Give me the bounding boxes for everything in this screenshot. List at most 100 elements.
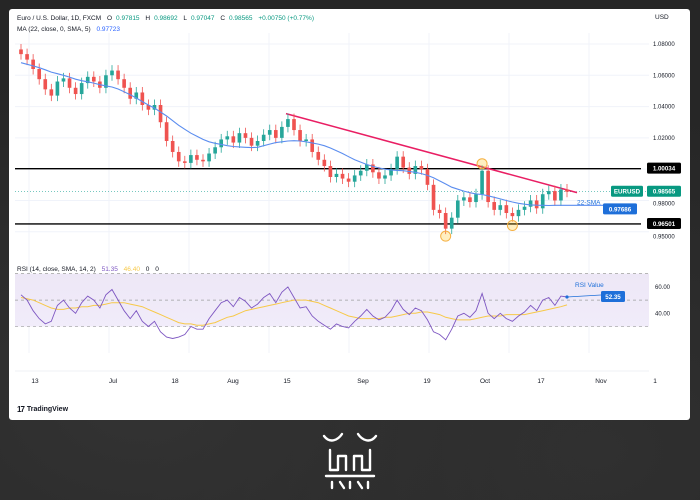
candle-body — [504, 205, 509, 213]
candle-body — [340, 173, 345, 179]
candle-body — [522, 206, 527, 210]
x-tick-label: 19 — [423, 378, 431, 385]
high-value: 0.98692 — [154, 15, 178, 22]
candle-body — [546, 191, 551, 195]
x-tick-label: Oct — [480, 378, 490, 385]
candle-body — [322, 159, 327, 167]
candle-body — [219, 139, 224, 148]
ma-legend: MA (22, close, 0, SMA, 5) 0.97723 — [17, 26, 124, 33]
candle-body — [553, 191, 557, 201]
candle-body — [383, 175, 387, 179]
x-tick-label: Jul — [109, 378, 118, 385]
candle-body — [534, 200, 539, 209]
candle-body — [334, 173, 339, 177]
x-tick-label: 1 — [653, 378, 657, 385]
candle-body — [237, 133, 242, 143]
candle-body — [140, 92, 145, 105]
open-value: 0.97815 — [116, 15, 140, 22]
candle-body — [462, 197, 466, 201]
rsi-background-band — [15, 273, 649, 327]
sma-price-tag: 0.97686 — [603, 203, 637, 215]
x-tick-label: 15 — [283, 378, 291, 385]
last-price-tag-text: 0.98565 — [653, 189, 676, 196]
rsi-label: RSI (14, close, SMA, 14, 2) — [17, 266, 96, 273]
candle-body — [49, 89, 54, 96]
candle-body — [316, 151, 321, 160]
x-tick-label: Sep — [357, 378, 369, 385]
candle-body — [474, 194, 478, 203]
y-tick-label: 1.02000 — [653, 136, 675, 142]
low-value: 0.97047 — [191, 15, 215, 22]
candle-body — [419, 166, 424, 170]
candle-body — [298, 130, 302, 141]
candle-body — [498, 205, 503, 210]
close-value: 0.98565 — [229, 15, 253, 22]
tradingview-logo[interactable]: 17 TradingView — [17, 405, 68, 414]
rsi-lower-value: 0 — [155, 266, 159, 273]
currency-label: USD — [655, 14, 669, 21]
candle-body — [182, 161, 187, 163]
trading-chart[interactable]: RSI Value USD 1.08000 1.06000 1.04000 1.0200… — [9, 9, 690, 420]
candle-body — [486, 170, 490, 203]
chart-card[interactable]: RSI Value USD 1.08000 1.06000 1.04000 1.0200… — [9, 9, 690, 420]
candle-body — [286, 119, 290, 127]
candle-body — [25, 54, 29, 60]
candle-body — [292, 119, 296, 131]
candle-body — [207, 153, 211, 162]
tradingview-wordmark: TradingView — [26, 406, 69, 413]
x-tick-label: Nov — [595, 378, 607, 385]
y-tick-label: 1.04000 — [653, 105, 675, 111]
candle-body — [201, 159, 205, 162]
candle-body — [395, 156, 399, 170]
trendline — [285, 112, 578, 194]
candle-body — [91, 76, 96, 82]
level-tag-lower: 0.96501 — [647, 217, 681, 229]
last-price-tag: 0.98565 — [647, 185, 681, 197]
candle-body — [431, 184, 436, 210]
candle-body — [346, 178, 351, 182]
ohlc-values: O 0.97815 H 0.98692 L 0.97047 C 0.98565 +0.0… — [106, 15, 314, 22]
highlight-circle — [440, 230, 452, 242]
level-tag-lower-text: 0.96501 — [653, 221, 676, 228]
rsi-value: 51.35 — [101, 266, 118, 273]
x-tick-label: 13 — [31, 378, 39, 385]
y-tick-label: 0.98000 — [653, 202, 675, 208]
rsi-legend: RSI (14, close, SMA, 14, 2) 51.35 46.40 … — [17, 266, 163, 273]
level-tag-upper: 1.00034 — [647, 162, 681, 174]
x-tick-label: 17 — [537, 378, 545, 385]
candle-body — [540, 194, 545, 209]
rsi-tick-label: 60.00 — [655, 285, 671, 291]
rsi-annotation-text: RSI Value — [575, 282, 604, 289]
candle-body — [122, 79, 126, 88]
candle-body — [73, 87, 78, 95]
candle-body — [176, 151, 181, 162]
candle-body — [195, 155, 199, 160]
candle-body — [189, 155, 193, 163]
candle-body — [328, 166, 333, 177]
brand-logo — [322, 432, 378, 490]
rsi-sma-value: 46.40 — [123, 266, 140, 273]
candle-body — [225, 136, 230, 140]
candle-body — [468, 197, 472, 203]
candle-body — [61, 78, 66, 82]
tradingview-icon: 17 — [17, 405, 25, 414]
change-value: +0.00750 (+0.77%) — [258, 15, 314, 22]
rsi-upper-value: 0 — [145, 266, 150, 273]
candle-body — [455, 200, 460, 218]
candle-body — [158, 105, 163, 123]
candle-body — [67, 78, 72, 88]
candle-body — [401, 156, 406, 168]
candle-body — [37, 69, 42, 80]
y-tick-label: 0.95000 — [653, 234, 675, 240]
candle-body — [31, 59, 35, 69]
candle-body — [55, 81, 60, 96]
ma-label: MA (22, close, 0, SMA, 5) — [17, 26, 91, 33]
candle-body — [255, 141, 260, 146]
candles — [19, 43, 569, 235]
candle-body — [510, 213, 515, 217]
candle-body — [352, 175, 357, 182]
candle-body — [19, 49, 23, 55]
symbol-tag: EURUSD — [611, 185, 643, 197]
sma-price-tag-text: 0.97686 — [609, 206, 632, 213]
candle-body — [565, 189, 569, 192]
